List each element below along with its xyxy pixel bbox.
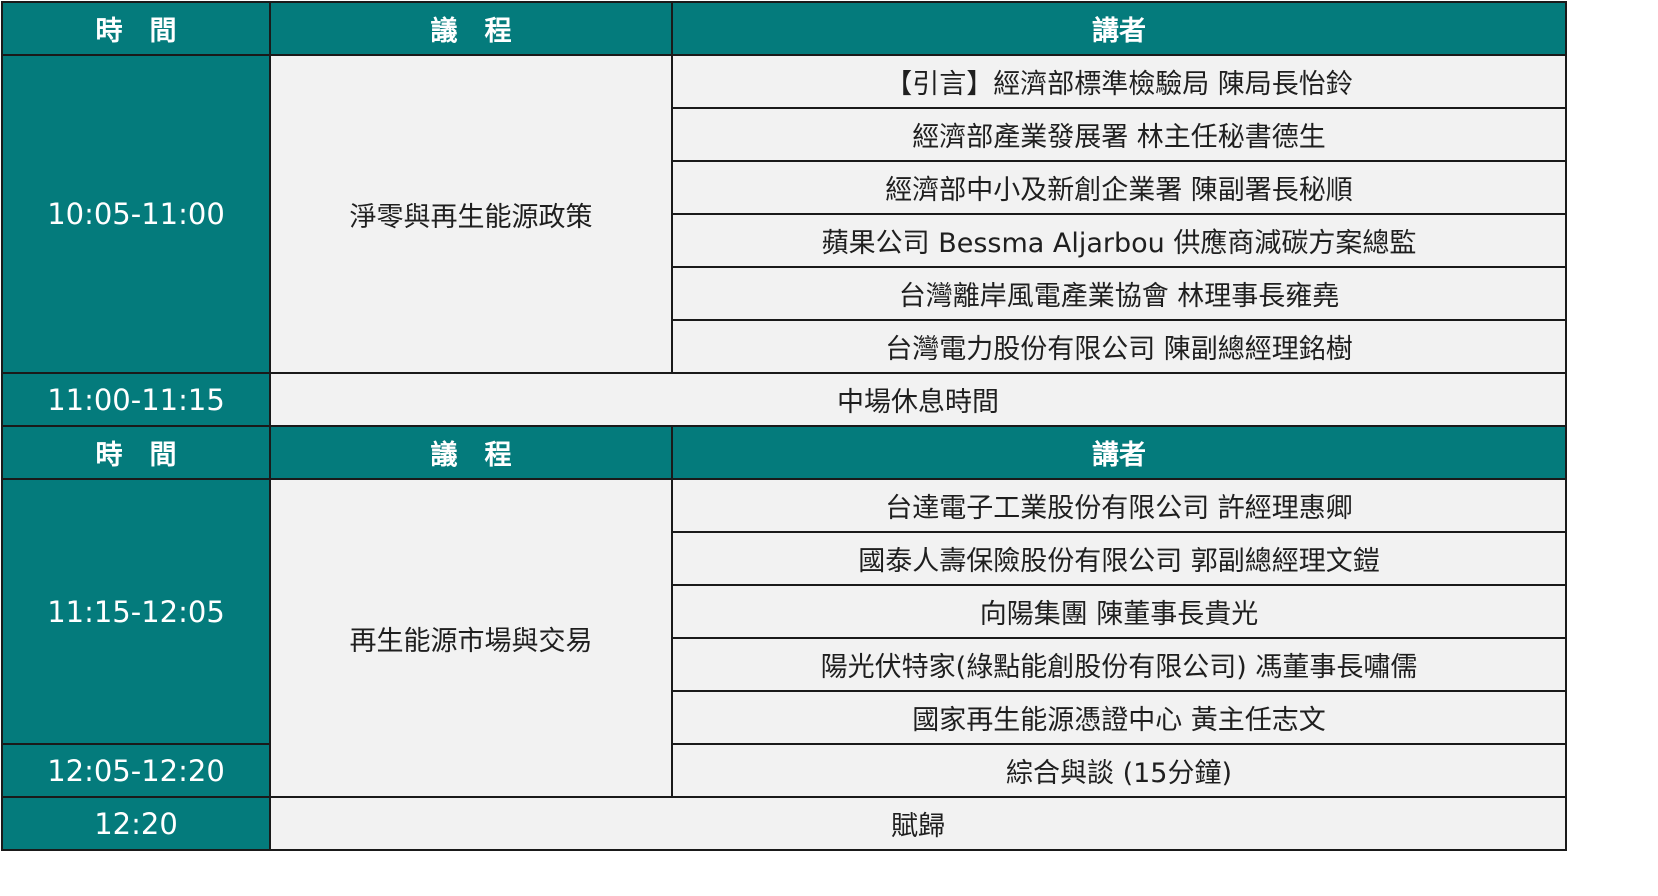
discussion-time: 12:05-12:20 [1, 743, 271, 798]
speaker-cell: 經濟部產業發展署 林主任秘書德生 [671, 107, 1567, 162]
closing-row: 12:20 賦歸 [1, 796, 1567, 851]
table-row: 11:15-12:05 再生能源市場與交易 台達電子工業股份有限公司 許經理惠卿 [1, 478, 1567, 798]
speaker-cell: 向陽集團 陳董事長貴光 [671, 584, 1567, 639]
agenda-table: 時 間 議 程 講者 10:05-11:00 淨零與再生能源政策 【引言】經濟部… [1, 1, 1567, 851]
session-1-time: 10:05-11:00 [1, 54, 271, 374]
header-agenda: 議 程 [269, 425, 673, 480]
speaker-cell: 陽光伏特家(綠點能創股份有限公司) 馮董事長嘯儒 [671, 637, 1567, 692]
session-2-topic: 再生能源市場與交易 [269, 478, 673, 798]
table-row: 10:05-11:00 淨零與再生能源政策 【引言】經濟部標準檢驗局 陳局長怡鈴 [1, 54, 1567, 374]
speaker-cell: 國家再生能源憑證中心 黃主任志文 [671, 690, 1567, 745]
speaker-cell: 台灣離岸風電產業協會 林理事長雍堯 [671, 266, 1567, 321]
session-2-time: 11:15-12:05 [1, 478, 271, 745]
speaker-cell: 【引言】經濟部標準檢驗局 陳局長怡鈴 [671, 54, 1567, 109]
header-time: 時 間 [1, 425, 271, 480]
closing-label: 賦歸 [269, 796, 1567, 851]
break-row: 11:00-11:15 中場休息時間 [1, 372, 1567, 427]
header-row: 時 間 議 程 講者 [1, 425, 1567, 480]
speaker-cell: 經濟部中小及新創企業署 陳副署長秘順 [671, 160, 1567, 215]
speaker-cell: 國泰人壽保險股份有限公司 郭副總經理文鎧 [671, 531, 1567, 586]
break-label: 中場休息時間 [269, 372, 1567, 427]
speaker-cell: 蘋果公司 Bessma Aljarbou 供應商減碳方案總監 [671, 213, 1567, 268]
header-agenda: 議 程 [269, 1, 673, 56]
header-speaker: 講者 [671, 425, 1567, 480]
speaker-cell: 台達電子工業股份有限公司 許經理惠卿 [671, 478, 1567, 533]
header-row: 時 間 議 程 講者 [1, 1, 1567, 56]
discussion-row: 12:05-12:20 綜合與談 (15分鐘) [1, 743, 1567, 798]
closing-time: 12:20 [1, 796, 271, 851]
header-speaker: 講者 [671, 1, 1567, 56]
discussion-label: 綜合與談 (15分鐘) [671, 743, 1567, 798]
header-time: 時 間 [1, 1, 271, 56]
speaker-cell: 台灣電力股份有限公司 陳副總經理銘樹 [671, 319, 1567, 374]
break-time: 11:00-11:15 [1, 372, 271, 427]
session-1-topic: 淨零與再生能源政策 [269, 54, 673, 374]
